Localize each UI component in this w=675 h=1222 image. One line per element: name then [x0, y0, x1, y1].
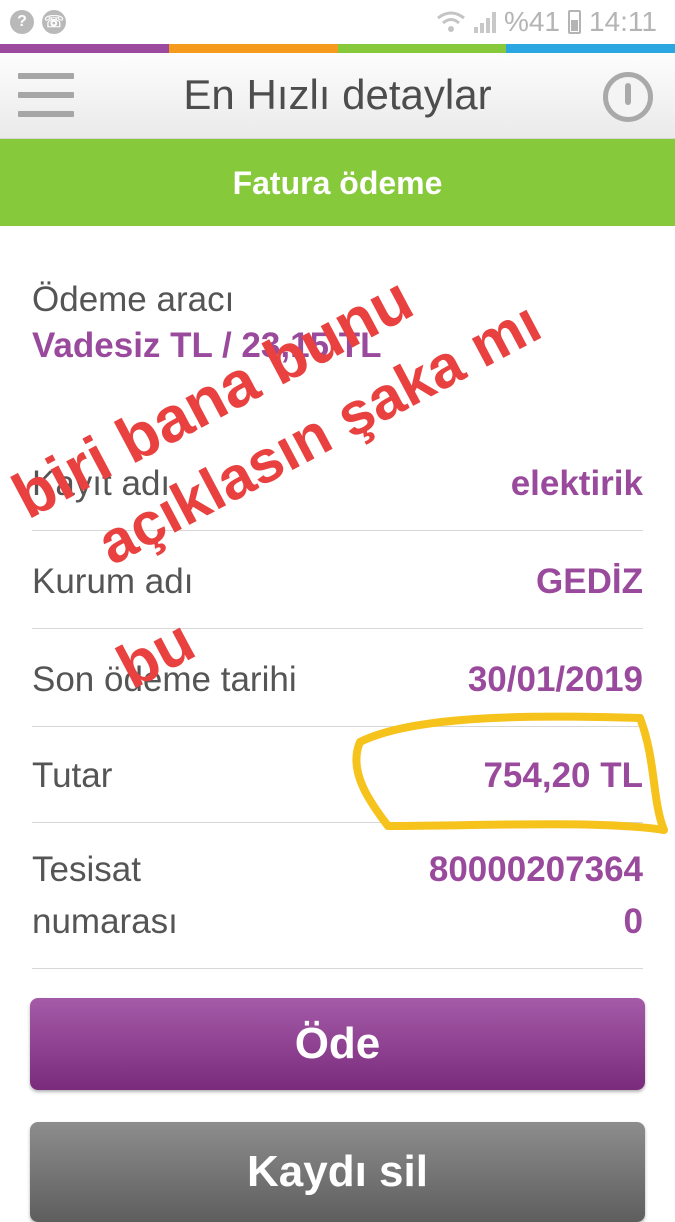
strip-green — [337, 44, 507, 53]
detail-value: GEDİZ — [536, 562, 643, 601]
detail-value: elektirik — [510, 464, 643, 503]
detail-row-institution: Kurum adı GEDİZ — [32, 530, 643, 629]
strip-purple — [0, 44, 169, 53]
section-header: Fatura ödeme — [0, 139, 675, 226]
detail-label: Son ödeme tarihi — [32, 660, 297, 699]
detail-label: Tesisat numarası — [32, 844, 178, 948]
pay-button[interactable]: Öde — [30, 998, 645, 1090]
phone-icon: ☏ — [42, 10, 66, 34]
wifi-icon — [437, 11, 465, 32]
detail-label: Kayıt adı — [32, 464, 171, 503]
payment-method-value: Vadesiz TL / 23,15 TL — [32, 326, 382, 365]
detail-label: Tutar — [32, 756, 113, 795]
signal-icon — [473, 11, 496, 33]
status-bar: ? ☏ %41 14:11 — [0, 0, 675, 44]
page-title: En Hızlı detaylar — [183, 71, 492, 118]
brand-color-strip — [0, 44, 675, 53]
battery-icon — [568, 10, 581, 34]
detail-row-amount: Tutar 754,20 TL — [32, 724, 643, 823]
detail-value: 30/01/2019 — [467, 660, 643, 699]
detail-value: 754,20 TL — [483, 756, 643, 795]
payment-method[interactable]: Ödeme aracı Vadesiz TL / 23,15 TL — [32, 280, 382, 366]
status-right: %41 14:11 — [436, 6, 657, 38]
detail-label-line1: Tesisat — [32, 850, 141, 889]
app-header: En Hızlı detaylar — [0, 53, 675, 139]
detail-value-line1: 80000207364 — [428, 850, 643, 889]
detail-label-line2: numarası — [32, 902, 178, 941]
strip-orange — [168, 44, 338, 53]
section-title: Fatura ödeme — [232, 165, 443, 201]
strip-blue — [506, 44, 675, 53]
delete-record-button[interactable]: Kaydı sil — [30, 1122, 645, 1222]
detail-row-record-name: Kayıt adı elektirik — [32, 432, 643, 531]
detail-row-installation-number: Tesisat numarası 80000207364 0 — [32, 826, 643, 969]
battery-percent: %41 — [503, 6, 560, 37]
payment-method-label: Ödeme aracı — [32, 280, 235, 319]
detail-value-line2: 0 — [623, 902, 643, 941]
detail-row-due-date: Son ödeme tarihi 30/01/2019 — [32, 628, 643, 727]
detail-value: 80000207364 0 — [429, 844, 643, 948]
status-left-icons: ? ☏ — [10, 10, 66, 34]
question-icon: ? — [10, 10, 34, 34]
power-icon[interactable] — [603, 72, 653, 122]
detail-label: Kurum adı — [32, 562, 194, 601]
clock: 14:11 — [589, 6, 657, 37]
